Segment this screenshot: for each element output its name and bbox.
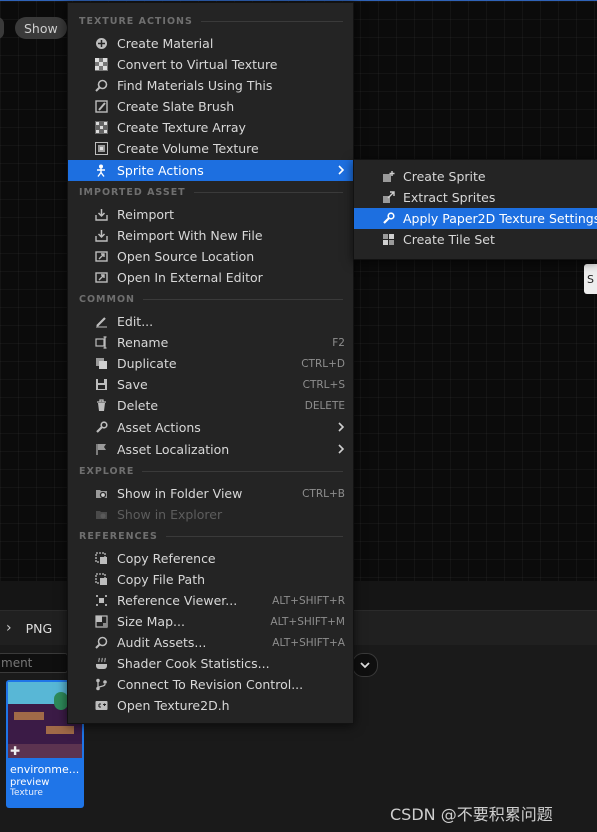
rename-icon [94, 336, 108, 350]
duplicate-icon [94, 357, 108, 371]
menu-find-materials[interactable]: Find Materials Using This [68, 75, 353, 96]
menu-asset-localization[interactable]: Asset Localization [68, 439, 353, 460]
sprite-actions-submenu: Create Sprite Extract Sprites Apply Pape… [353, 159, 597, 260]
reimport-file-icon [94, 229, 108, 243]
brush-icon [94, 100, 108, 114]
side-tab[interactable]: S [584, 264, 597, 294]
menu-convert-virtual-texture[interactable]: Convert to Virtual Texture [68, 54, 353, 75]
breadcrumb-png[interactable]: PNG [26, 621, 53, 636]
pencil-icon [94, 315, 108, 329]
menu-reference-viewer[interactable]: Reference Viewer... ALT+SHIFT+R [68, 590, 353, 611]
menu-open-texture2d-h[interactable]: Open Texture2D.h [68, 695, 353, 716]
menu-show-folder-view[interactable]: Show in Folder View CTRL+B [68, 483, 353, 504]
chevron-right-icon[interactable]: › [6, 620, 12, 636]
cook-pot-icon [94, 657, 108, 671]
paper2d-settings-icon [381, 212, 395, 226]
menu-open-external-editor[interactable]: Open In External Editor [68, 267, 353, 288]
menu-show-in-explorer[interactable]: Show in Explorer [68, 504, 353, 525]
tile-set-icon [381, 233, 395, 247]
menu-connect-revision-control[interactable]: Connect To Revision Control... [68, 674, 353, 695]
wrench-icon [94, 421, 108, 435]
menu-delete[interactable]: Delete DELETE [68, 395, 353, 416]
menu-shader-cook-statistics[interactable]: Shader Cook Statistics... [68, 653, 353, 674]
volume-texture-icon [94, 142, 108, 156]
cpp-file-icon [94, 699, 108, 713]
section-texture-actions: TEXTURE ACTIONS [79, 14, 343, 28]
submenu-create-sprite[interactable]: Create Sprite [354, 166, 597, 187]
menu-open-source-location[interactable]: Open Source Location [68, 246, 353, 267]
section-references: REFERENCES [79, 529, 343, 543]
menu-rename[interactable]: Rename F2 [68, 332, 353, 353]
material-icon [94, 37, 108, 51]
menu-create-volume-texture[interactable]: Create Volume Texture [68, 138, 353, 159]
trash-icon [94, 399, 108, 413]
extract-sprites-icon [381, 191, 395, 205]
menu-copy-file-path[interactable]: Copy File Path [68, 569, 353, 590]
asset-subtitle: preview [10, 777, 50, 788]
asset-name: environme... [10, 763, 80, 776]
external-editor-icon [94, 271, 108, 285]
search-icon [94, 79, 108, 93]
folder-search-icon [94, 487, 108, 501]
chevron-down-icon [360, 662, 370, 669]
audit-icon [94, 636, 108, 650]
menu-create-texture-array[interactable]: Create Texture Array [68, 117, 353, 138]
size-map-icon [94, 615, 108, 629]
chevron-right-icon [338, 444, 345, 454]
menu-copy-reference[interactable]: Copy Reference [68, 548, 353, 569]
chevron-right-icon [338, 422, 345, 432]
folder-open-icon [94, 250, 108, 264]
reference-graph-icon [94, 594, 108, 608]
section-imported-asset: IMPORTED ASSET [79, 185, 343, 199]
menu-asset-actions[interactable]: Asset Actions [68, 417, 353, 438]
asset-type: Texture [10, 788, 43, 798]
flag-icon [94, 443, 108, 457]
menu-sprite-actions[interactable]: Sprite Actions [68, 160, 353, 181]
dropdown-chevron-button[interactable] [352, 653, 378, 677]
submenu-create-tile-set[interactable]: Create Tile Set [354, 229, 597, 250]
submenu-extract-sprites[interactable]: Extract Sprites [354, 187, 597, 208]
texture-array-icon [94, 121, 108, 135]
menu-reimport-new-file[interactable]: Reimport With New File [68, 225, 353, 246]
sprite-icon [94, 164, 108, 178]
menu-create-material[interactable]: Create Material [68, 33, 353, 54]
asset-context-menu: TEXTURE ACTIONS Create Material Convert … [67, 2, 354, 724]
watermark: CSDN @不要积累问题 [390, 805, 553, 824]
checker-texture-icon [94, 58, 108, 72]
section-explore: EXPLORE [79, 464, 343, 478]
save-icon [94, 378, 108, 392]
create-sprite-icon [381, 170, 395, 184]
copy-path-icon [94, 573, 108, 587]
reimport-icon [94, 208, 108, 222]
filter-search-input[interactable]: ment [0, 653, 68, 673]
chevron-right-icon [338, 165, 345, 175]
menu-save[interactable]: Save CTRL+S [68, 374, 353, 395]
viewport-options-chip[interactable] [0, 17, 4, 39]
explorer-icon [94, 508, 108, 522]
section-common: COMMON [79, 292, 343, 306]
puzzle-icon: ✚ [10, 744, 21, 758]
menu-create-slate-brush[interactable]: Create Slate Brush [68, 96, 353, 117]
menu-duplicate[interactable]: Duplicate CTRL+D [68, 353, 353, 374]
menu-reimport[interactable]: Reimport [68, 204, 353, 225]
menu-edit[interactable]: Edit... [68, 311, 353, 332]
menu-size-map[interactable]: Size Map... ALT+SHIFT+M [68, 611, 353, 632]
menu-audit-assets[interactable]: Audit Assets... ALT+SHIFT+A [68, 632, 353, 653]
copy-reference-icon [94, 552, 108, 566]
submenu-apply-paper2d-settings[interactable]: Apply Paper2D Texture Settings [354, 208, 597, 229]
show-button[interactable]: Show [15, 17, 67, 39]
branch-icon [94, 678, 108, 692]
